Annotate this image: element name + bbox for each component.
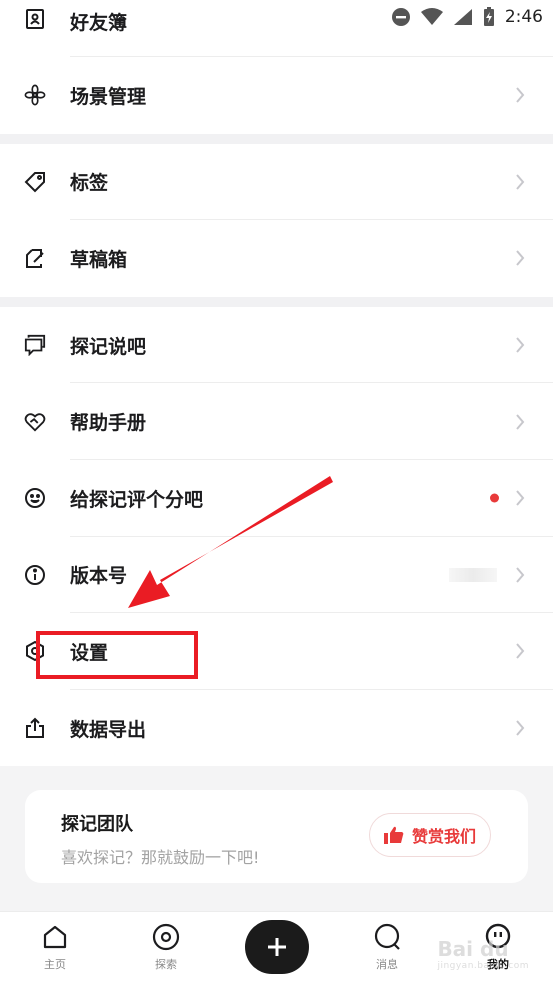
- tab-explore[interactable]: 探索: [136, 922, 196, 972]
- draft-edit-icon: [24, 247, 46, 269]
- chevron-right-icon: [516, 567, 525, 583]
- do-not-disturb-icon: [391, 8, 410, 26]
- tab-home-label: 主页: [44, 958, 66, 971]
- create-post-button[interactable]: [245, 920, 309, 974]
- menu-item-rate-app[interactable]: 给探记评个分吧: [0, 460, 553, 537]
- menu-item-tags[interactable]: 标签: [0, 144, 553, 221]
- smiley-icon: [24, 487, 46, 509]
- chevron-right-icon: [516, 414, 525, 430]
- notification-dot: [490, 493, 499, 503]
- heart-handshake-icon: [24, 411, 46, 433]
- team-card-subtitle: 喜欢探记？那就鼓励一下吧!: [61, 848, 260, 867]
- chevron-right-icon: [516, 174, 525, 190]
- menu-group-2: 标签 草稿箱: [0, 143, 553, 297]
- menu-item-label: 给探记评个分吧: [70, 488, 204, 511]
- chevron-right-icon: [516, 720, 525, 736]
- chevron-right-icon: [516, 643, 525, 660]
- menu-item-scenes[interactable]: 场景管理: [0, 57, 553, 134]
- wifi-icon: [420, 8, 443, 25]
- contacts-book-icon: [24, 8, 46, 30]
- tab-home[interactable]: 主页: [25, 922, 85, 972]
- menu-item-label: 标签: [70, 172, 109, 195]
- menu-item-data-export[interactable]: 数据导出: [0, 690, 553, 767]
- menu-item-drafts[interactable]: 草稿箱: [0, 220, 553, 297]
- menu-item-version[interactable]: 版本号: [0, 537, 553, 614]
- thumbs-up-icon: [383, 826, 404, 844]
- message-bubble-icon: [374, 923, 400, 950]
- section-gap: [0, 296, 553, 307]
- chevron-right-icon: [516, 87, 525, 103]
- info-icon: [24, 564, 46, 586]
- tab-messages-label: 消息: [376, 958, 398, 971]
- menu-item-label: 帮助手册: [70, 412, 147, 435]
- flower-scene-icon: [24, 84, 46, 106]
- menu-item-label: 数据导出: [70, 718, 147, 741]
- chevron-right-icon: [516, 337, 525, 353]
- battery-charging-icon: [483, 7, 494, 26]
- compass-icon: [152, 923, 180, 951]
- tab-explore-label: 探索: [155, 958, 177, 971]
- reward-us-label: 赞赏我们: [411, 827, 476, 846]
- status-time: 2:46: [504, 7, 543, 27]
- watermark-brand: Bai du: [437, 937, 509, 961]
- status-bar: 2:46: [391, 0, 553, 34]
- share-export-icon: [24, 717, 46, 739]
- tag-icon: [24, 171, 46, 193]
- menu-item-feedback[interactable]: 探记说吧: [0, 307, 553, 384]
- tab-messages[interactable]: 消息: [357, 922, 417, 972]
- chevron-right-icon: [516, 490, 525, 506]
- menu-group-3: 探记说吧 帮助手册 给探记评个分吧 版本号 设置 数据导出: [0, 306, 553, 767]
- menu-item-label: 草稿箱: [70, 248, 128, 271]
- team-card: 探记团队 喜欢探记？那就鼓励一下吧! 赞赏我们: [25, 790, 528, 883]
- menu-item-label: 场景管理: [70, 85, 147, 108]
- plus-icon: [268, 938, 286, 956]
- highlight-box: [36, 631, 198, 679]
- signal-icon: [453, 9, 472, 25]
- chat-bubble-icon: [24, 334, 46, 357]
- watermark: Bai du jingyan.baidu.com: [437, 937, 529, 971]
- section-gap: [0, 133, 553, 144]
- reward-us-button[interactable]: 赞赏我们: [369, 813, 491, 857]
- menu-item-label: 探记说吧: [70, 335, 147, 358]
- team-card-title: 探记团队: [61, 814, 133, 835]
- version-value-blurred: [449, 567, 497, 582]
- chevron-right-icon: [516, 250, 525, 267]
- home-icon: [43, 925, 67, 949]
- watermark-url: jingyan.baidu.com: [437, 961, 529, 971]
- menu-item-help[interactable]: 帮助手册: [0, 383, 553, 460]
